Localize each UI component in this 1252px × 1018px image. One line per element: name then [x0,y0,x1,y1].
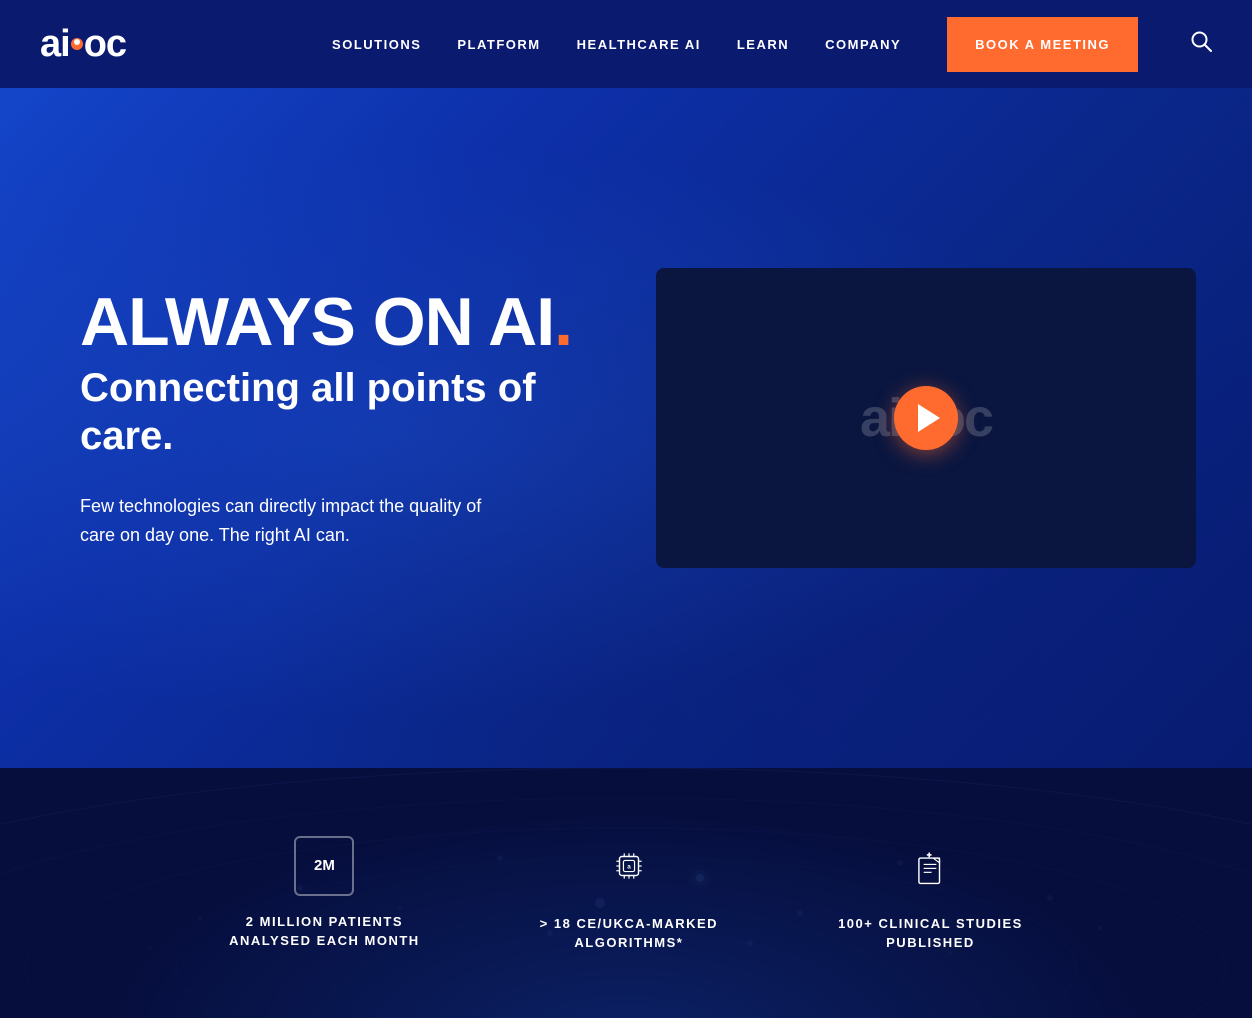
logo-dot-icon [71,38,83,50]
nav-company[interactable]: COMPANY [825,37,901,52]
logo-text: aioc [40,23,126,66]
patients-icon-label: 2M [314,857,335,874]
video-play-button[interactable] [894,386,958,450]
stat-algorithms: a > 18 CE/UKCA-MARKED ALGORITHMS* [540,834,718,953]
stat-patients: 2M 2 MILLION PATIENTS ANALYSED EACH MONT… [229,836,420,951]
header: aioc SOLUTIONS PLATFORM HEALTHCARE AI LE… [0,0,1252,88]
play-icon [918,404,940,432]
chip-icon: a [610,847,648,885]
patients-icon: 2M [294,836,354,896]
hero-title-dot: . [554,284,572,360]
stat-studies: 100+ CLINICAL STUDIES PUBLISHED [838,834,1023,953]
algorithms-label: > 18 CE/UKCA-MARKED ALGORITHMS* [540,914,718,953]
book-meeting-button[interactable]: BOOK A MEETING [947,17,1138,72]
hero-video-area: aioc [580,268,1212,568]
hero-content: ALWAYS ON AI. Connecting all points of c… [80,287,580,550]
video-thumbnail[interactable]: aioc [656,268,1196,568]
main-nav: SOLUTIONS PLATFORM HEALTHCARE AI LEARN C… [332,17,1212,72]
logo-letters-ai: ai [40,23,70,66]
logo-letters-oc: oc [84,23,126,66]
studies-icon [898,834,962,898]
nav-platform[interactable]: PLATFORM [457,37,540,52]
nav-solutions[interactable]: SOLUTIONS [332,37,421,52]
stats-section: 2M 2 MILLION PATIENTS ANALYSED EACH MONT… [0,768,1252,1018]
hero-section: ALWAYS ON AI. Connecting all points of c… [0,88,1252,768]
hero-body-text: Few technologies can directly impact the… [80,492,500,550]
nav-learn[interactable]: LEARN [737,37,789,52]
search-icon[interactable] [1190,30,1212,58]
hero-subtitle: Connecting all points of care. [80,364,580,460]
svg-text:a: a [627,863,631,870]
logo[interactable]: aioc [40,23,126,66]
hero-title: ALWAYS ON AI. [80,287,580,358]
studies-label: 100+ CLINICAL STUDIES PUBLISHED [838,914,1023,953]
patients-label: 2 MILLION PATIENTS ANALYSED EACH MONTH [229,912,420,951]
algorithms-icon: a [597,834,661,898]
nav-healthcare-ai[interactable]: HEALTHCARE AI [577,37,701,52]
document-icon [911,847,949,885]
